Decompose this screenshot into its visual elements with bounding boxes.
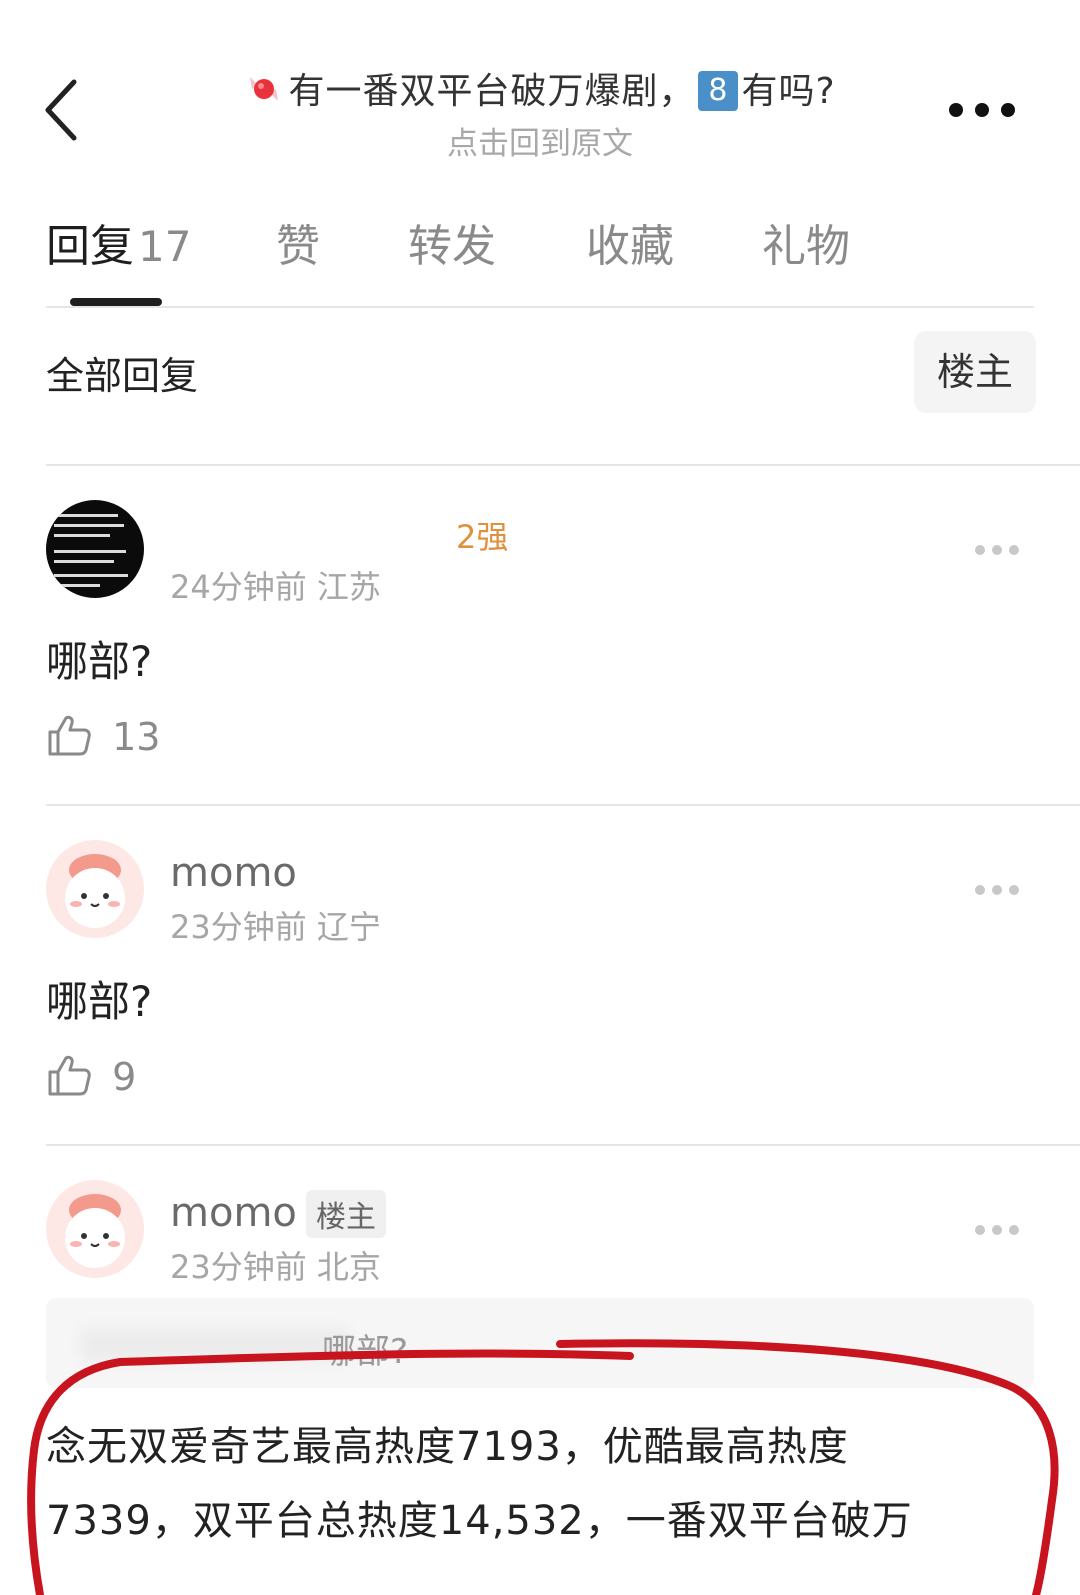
tab-divider bbox=[46, 306, 1034, 308]
filter-op-button[interactable]: 楼主 bbox=[914, 331, 1036, 413]
title-text-part1: 有一番双平台破万爆剧， bbox=[288, 71, 696, 112]
like-button[interactable]: 9 bbox=[46, 1052, 136, 1099]
thumbs-up-icon bbox=[48, 715, 91, 756]
tab-likes[interactable]: 赞 bbox=[276, 210, 320, 274]
username[interactable]: momo bbox=[170, 1190, 297, 1236]
tab-gifts[interactable]: 礼物 bbox=[762, 210, 850, 274]
tab-reposts[interactable]: 转发 bbox=[408, 210, 496, 274]
candy-icon bbox=[250, 77, 279, 101]
comment-item bbox=[46, 500, 144, 598]
section-divider bbox=[46, 464, 1080, 466]
comment-location: 北京 bbox=[316, 1248, 381, 1286]
comment-location: 辽宁 bbox=[316, 908, 381, 946]
op-tag: 楼主 bbox=[306, 1190, 386, 1238]
comment-meta: 23分钟前 北京 bbox=[170, 1242, 381, 1288]
comment-location: 江苏 bbox=[316, 568, 381, 606]
like-count: 13 bbox=[112, 715, 161, 759]
tab-replies[interactable]: 回复17 bbox=[46, 210, 191, 274]
tab-favorites[interactable]: 收藏 bbox=[586, 210, 674, 274]
comment-more-icon[interactable] bbox=[974, 882, 1020, 898]
comment-divider bbox=[46, 804, 1080, 806]
number-badge: 8 bbox=[698, 71, 739, 111]
avatar[interactable] bbox=[46, 840, 144, 938]
comment-item bbox=[46, 1180, 144, 1278]
back-to-original-link[interactable]: 点击回到原文 bbox=[0, 118, 1080, 163]
tab-active-indicator bbox=[70, 298, 162, 306]
title-text-part2: 有吗? bbox=[741, 71, 836, 112]
comment-time: 23分钟前 bbox=[170, 908, 307, 946]
comment-item bbox=[46, 840, 144, 938]
tab-replies-label: 回复 bbox=[46, 221, 134, 272]
comment-time: 23分钟前 bbox=[170, 1248, 307, 1286]
username-masked[interactable] bbox=[170, 514, 370, 544]
avatar[interactable] bbox=[46, 1180, 144, 1278]
like-count: 9 bbox=[112, 1055, 137, 1099]
post-title[interactable]: 有一番双平台破万爆剧， 8 有吗? bbox=[0, 62, 1080, 114]
username[interactable]: momo bbox=[170, 850, 297, 896]
comment-meta: 24分钟前 江苏 bbox=[170, 562, 381, 608]
comment-meta: 23分钟前 辽宁 bbox=[170, 902, 381, 948]
tab-replies-count: 17 bbox=[138, 222, 192, 271]
comment-divider bbox=[46, 1144, 1080, 1146]
comment-more-icon[interactable] bbox=[974, 542, 1020, 558]
filter-all-replies[interactable]: 全部回复 bbox=[46, 345, 198, 400]
thumbs-up-icon bbox=[48, 1055, 91, 1096]
comment-time: 24分钟前 bbox=[170, 568, 307, 606]
annotation-circle bbox=[27, 1339, 1059, 1595]
like-button[interactable]: 13 bbox=[46, 712, 160, 759]
comment-text: 哪部? bbox=[46, 977, 153, 1026]
more-horizontal-icon[interactable] bbox=[946, 98, 1018, 122]
avatar[interactable] bbox=[46, 500, 144, 598]
comment-more-icon[interactable] bbox=[974, 1222, 1020, 1238]
comment-text: 哪部? bbox=[46, 637, 153, 686]
level-badge: 2强 bbox=[456, 518, 509, 556]
